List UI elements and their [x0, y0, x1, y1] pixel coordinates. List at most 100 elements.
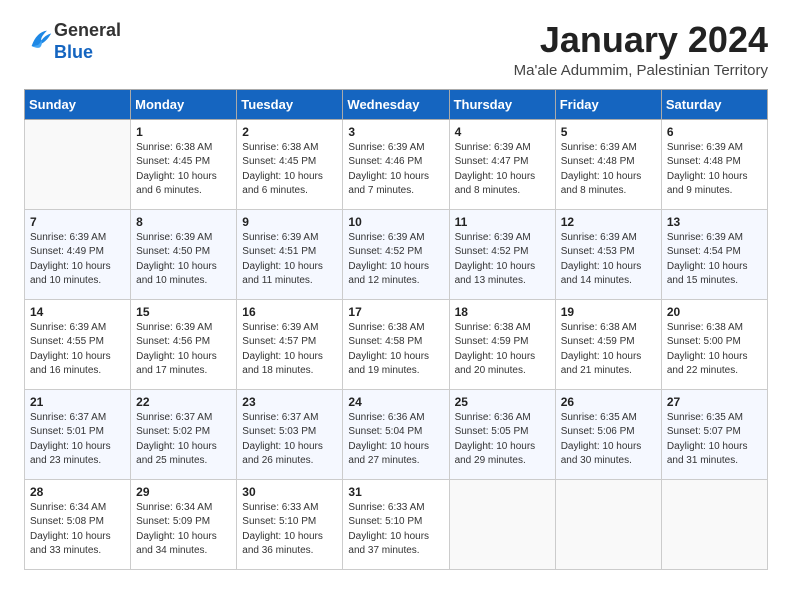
day-info: Sunrise: 6:39 AMSunset: 4:57 PMDaylight:… [242, 321, 337, 379]
day-info: Sunrise: 6:33 AMSunset: 5:10 PMDaylight:… [242, 501, 337, 559]
header-sunday: Sunday [25, 89, 131, 119]
day-info: Sunrise: 6:39 AMSunset: 4:53 PMDaylight:… [561, 231, 656, 289]
calendar-cell [555, 479, 661, 569]
calendar-location: Ma'ale Adummim, Palestinian Territory [514, 62, 768, 79]
day-number: 8 [136, 215, 231, 229]
day-number: 17 [348, 305, 443, 319]
day-number: 19 [561, 305, 656, 319]
day-number: 12 [561, 215, 656, 229]
day-info: Sunrise: 6:38 AMSunset: 4:59 PMDaylight:… [455, 321, 550, 379]
header-wednesday: Wednesday [343, 89, 449, 119]
day-number: 27 [667, 395, 762, 409]
day-info: Sunrise: 6:39 AMSunset: 4:56 PMDaylight:… [136, 321, 231, 379]
day-info: Sunrise: 6:38 AMSunset: 4:59 PMDaylight:… [561, 321, 656, 379]
day-info: Sunrise: 6:39 AMSunset: 4:49 PMDaylight:… [30, 231, 125, 289]
calendar-cell: 5Sunrise: 6:39 AMSunset: 4:48 PMDaylight… [555, 119, 661, 209]
logo-text: General Blue [54, 20, 121, 63]
calendar-cell [661, 479, 767, 569]
header-tuesday: Tuesday [237, 89, 343, 119]
calendar-cell: 21Sunrise: 6:37 AMSunset: 5:01 PMDayligh… [25, 389, 131, 479]
day-info: Sunrise: 6:39 AMSunset: 4:52 PMDaylight:… [455, 231, 550, 289]
day-number: 30 [242, 485, 337, 499]
calendar-cell: 22 Sunrise: 6:37 AMSunset: 5:02 PMDayligh… [131, 389, 237, 479]
day-number: 9 [242, 215, 337, 229]
calendar-cell: 8 Sunrise: 6:39 AMSunset: 4:50 PMDaylight… [131, 209, 237, 299]
day-info: Sunrise: 6:36 AMSunset: 5:05 PMDaylight:… [455, 411, 550, 469]
day-info: Sunrise: 6:35 AMSunset: 5:07 PMDaylight:… [667, 411, 762, 469]
day-info: Sunrise: 6:37 AMSunset: 5:01 PMDaylight:… [30, 411, 125, 469]
day-number: 29 [136, 485, 231, 499]
header-thursday: Thursday [449, 89, 555, 119]
calendar-cell: 17 Sunrise: 6:38 AMSunset: 4:58 PMDayligh… [343, 299, 449, 389]
day-number: 28 [30, 485, 125, 499]
day-info: Sunrise: 6:39 AMSunset: 4:48 PMDaylight:… [667, 141, 762, 199]
calendar-table: SundayMondayTuesdayWednesdayThursdayFrid… [24, 89, 768, 570]
day-number: 25 [455, 395, 550, 409]
day-info: Sunrise: 6:34 AMSunset: 5:09 PMDaylight:… [136, 501, 231, 559]
calendar-cell: 20Sunrise: 6:38 AMSunset: 5:00 PMDayligh… [661, 299, 767, 389]
calendar-week-2: 7 Sunrise: 6:39 AMSunset: 4:49 PMDaylight… [25, 209, 768, 299]
title-block: January 2024 Ma'ale Adummim, Palestinian… [514, 20, 768, 79]
calendar-cell: 14 Sunrise: 6:39 AMSunset: 4:55 PMDayligh… [25, 299, 131, 389]
day-info: Sunrise: 6:38 AMSunset: 4:45 PMDaylight:… [242, 141, 337, 199]
calendar-cell: 13Sunrise: 6:39 AMSunset: 4:54 PMDayligh… [661, 209, 767, 299]
day-number: 6 [667, 125, 762, 139]
calendar-cell: 23 Sunrise: 6:37 AMSunset: 5:03 PMDayligh… [237, 389, 343, 479]
day-info: Sunrise: 6:35 AMSunset: 5:06 PMDaylight:… [561, 411, 656, 469]
day-number: 10 [348, 215, 443, 229]
calendar-cell: 15 Sunrise: 6:39 AMSunset: 4:56 PMDayligh… [131, 299, 237, 389]
day-number: 26 [561, 395, 656, 409]
day-number: 2 [242, 125, 337, 139]
day-info: Sunrise: 6:38 AMSunset: 4:45 PMDaylight:… [136, 141, 231, 199]
day-number: 4 [455, 125, 550, 139]
calendar-cell: 3Sunrise: 6:39 AMSunset: 4:46 PMDaylight… [343, 119, 449, 209]
header-saturday: Saturday [661, 89, 767, 119]
calendar-cell [25, 119, 131, 209]
day-number: 14 [30, 305, 125, 319]
day-number: 23 [242, 395, 337, 409]
day-number: 16 [242, 305, 337, 319]
day-number: 15 [136, 305, 231, 319]
logo: General Blue [24, 20, 121, 63]
day-info: Sunrise: 6:37 AMSunset: 5:02 PMDaylight:… [136, 411, 231, 469]
calendar-header-row: SundayMondayTuesdayWednesdayThursdayFrid… [25, 89, 768, 119]
day-info: Sunrise: 6:37 AMSunset: 5:03 PMDaylight:… [242, 411, 337, 469]
calendar-week-1: 1 Sunrise: 6:38 AMSunset: 4:45 PMDaylight… [25, 119, 768, 209]
calendar-week-4: 21Sunrise: 6:37 AMSunset: 5:01 PMDayligh… [25, 389, 768, 479]
day-info: Sunrise: 6:39 AMSunset: 4:55 PMDaylight:… [30, 321, 125, 379]
day-number: 18 [455, 305, 550, 319]
day-info: Sunrise: 6:39 AMSunset: 4:50 PMDaylight:… [136, 231, 231, 289]
calendar-cell: 11Sunrise: 6:39 AMSunset: 4:52 PMDayligh… [449, 209, 555, 299]
calendar-cell [449, 479, 555, 569]
day-number: 13 [667, 215, 762, 229]
day-number: 7 [30, 215, 125, 229]
calendar-cell: 10Sunrise: 6:39 AMSunset: 4:52 PMDayligh… [343, 209, 449, 299]
calendar-cell: 12 Sunrise: 6:39 AMSunset: 4:53 PMDayligh… [555, 209, 661, 299]
page-header: General Blue January 2024 Ma'ale Adummim… [24, 20, 768, 79]
calendar-cell: 18 Sunrise: 6:38 AMSunset: 4:59 PMDayligh… [449, 299, 555, 389]
calendar-cell: 29 Sunrise: 6:34 AMSunset: 5:09 PMDayligh… [131, 479, 237, 569]
day-info: Sunrise: 6:39 AMSunset: 4:47 PMDaylight:… [455, 141, 550, 199]
calendar-week-5: 28 Sunrise: 6:34 AMSunset: 5:08 PMDayligh… [25, 479, 768, 569]
calendar-cell: 27 Sunrise: 6:35 AMSunset: 5:07 PMDayligh… [661, 389, 767, 479]
calendar-cell: 25 Sunrise: 6:36 AMSunset: 5:05 PMDayligh… [449, 389, 555, 479]
day-info: Sunrise: 6:39 AMSunset: 4:51 PMDaylight:… [242, 231, 337, 289]
day-info: Sunrise: 6:33 AMSunset: 5:10 PMDaylight:… [348, 501, 443, 559]
day-number: 22 [136, 395, 231, 409]
calendar-cell: 4 Sunrise: 6:39 AMSunset: 4:47 PMDaylight… [449, 119, 555, 209]
calendar-cell: 31Sunrise: 6:33 AMSunset: 5:10 PMDayligh… [343, 479, 449, 569]
header-monday: Monday [131, 89, 237, 119]
calendar-title: January 2024 [514, 20, 768, 60]
day-info: Sunrise: 6:38 AMSunset: 4:58 PMDaylight:… [348, 321, 443, 379]
day-info: Sunrise: 6:39 AMSunset: 4:46 PMDaylight:… [348, 141, 443, 199]
calendar-cell: 19 Sunrise: 6:38 AMSunset: 4:59 PMDayligh… [555, 299, 661, 389]
calendar-cell: 9 Sunrise: 6:39 AMSunset: 4:51 PMDaylight… [237, 209, 343, 299]
header-friday: Friday [555, 89, 661, 119]
calendar-cell: 2 Sunrise: 6:38 AMSunset: 4:45 PMDaylight… [237, 119, 343, 209]
day-info: Sunrise: 6:36 AMSunset: 5:04 PMDaylight:… [348, 411, 443, 469]
day-number: 24 [348, 395, 443, 409]
day-info: Sunrise: 6:34 AMSunset: 5:08 PMDaylight:… [30, 501, 125, 559]
day-number: 1 [136, 125, 231, 139]
day-info: Sunrise: 6:39 AMSunset: 4:48 PMDaylight:… [561, 141, 656, 199]
calendar-cell: 1 Sunrise: 6:38 AMSunset: 4:45 PMDaylight… [131, 119, 237, 209]
